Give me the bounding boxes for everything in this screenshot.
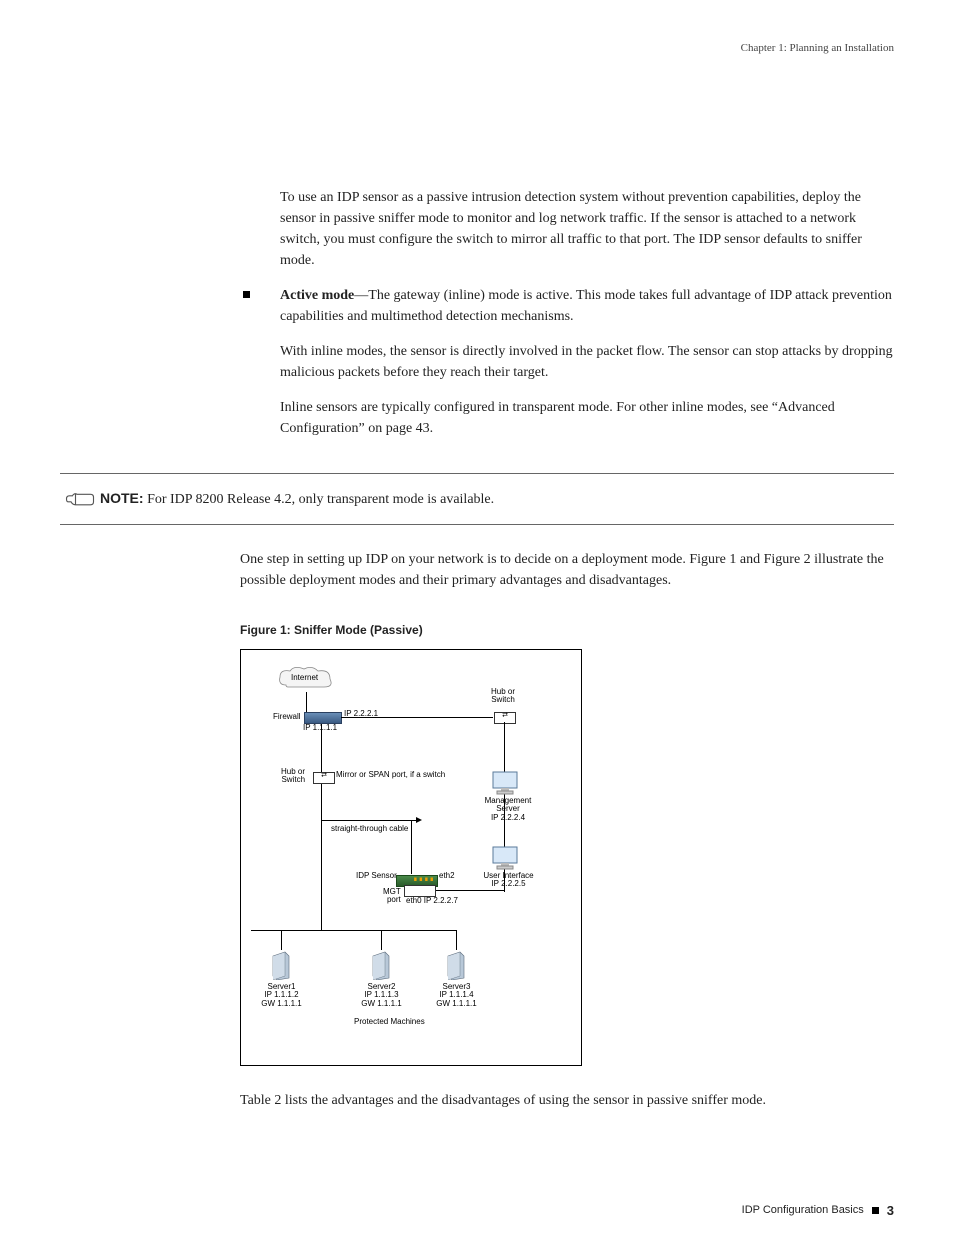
mirror-label: Mirror or SPAN port, if a switch <box>336 771 445 780</box>
bullet-body: Active mode—The gateway (inline) mode is… <box>280 285 894 453</box>
note-text: NOTE: For IDP 8200 Release 4.2, only tra… <box>100 488 894 510</box>
inline-para-2: With inline modes, the sensor is directl… <box>280 341 894 383</box>
hub-left-icon: ⇄ <box>313 772 335 784</box>
server2-icon <box>371 950 391 980</box>
bullet-icon <box>243 291 250 298</box>
chapter-label: Chapter 1: Planning an Installation <box>741 42 894 54</box>
end-paragraph: Table 2 lists the advantages and the dis… <box>240 1090 894 1111</box>
idp-label: IDP Sensor <box>356 872 397 881</box>
note-hand-icon <box>60 488 100 508</box>
mid-paragraph: One step in setting up IDP on your netwo… <box>240 549 894 591</box>
figure-1-diagram: Internet Firewall IP 2.2.2.1 IP 1.1.1.1 … <box>240 649 582 1066</box>
note-label: NOTE: <box>100 490 144 506</box>
figure-1-caption: Figure 1: Sniffer Mode (Passive) <box>240 621 894 639</box>
hub-right-icon: ⇄ <box>494 712 516 724</box>
inline-para-3: Inline sensors are typically configured … <box>280 397 894 439</box>
server3-label: Server3IP 1.1.1.4GW 1.1.1.1 <box>434 983 479 1009</box>
intro-paragraph: To use an IDP sensor as a passive intrus… <box>280 187 894 271</box>
straight-label: straight-through cable <box>331 825 408 834</box>
mgmt-port-box <box>404 885 436 897</box>
active-mode-rest: —The gateway (inline) mode is active. Th… <box>280 288 892 324</box>
ui-label: User InterfaceIP 2.2.2.5 <box>481 872 536 890</box>
ui-icon <box>491 845 519 875</box>
firewall-label: Firewall <box>273 713 301 722</box>
eth2-label: eth2 <box>439 872 455 881</box>
firewall-icon <box>304 712 342 724</box>
eth0-label: eth0 IP 2.2.2.7 <box>406 897 458 906</box>
footer-section: IDP Configuration Basics <box>742 1202 864 1219</box>
internet-label: Internet <box>291 674 318 683</box>
note-body: For IDP 8200 Release 4.2, only transpare… <box>144 492 495 507</box>
footer-page-number: 3 <box>887 1201 894 1221</box>
active-mode-lead: Active mode <box>280 288 354 303</box>
page-header: Chapter 1: Planning an Installation <box>60 40 894 57</box>
mgt-label: MGTport <box>383 888 401 906</box>
server2-label: Server2IP 1.1.1.3GW 1.1.1.1 <box>359 983 404 1009</box>
active-mode-para: Active mode—The gateway (inline) mode is… <box>280 285 894 327</box>
hub-left-label: Hub orSwitch <box>281 768 305 786</box>
hub-right-label: Hub orSwitch <box>491 688 515 706</box>
server1-label: Server1IP 1.1.1.2GW 1.1.1.1 <box>259 983 304 1009</box>
protected-label: Protected Machines <box>354 1018 425 1027</box>
mgmt-server-icon <box>491 770 519 800</box>
footer-square-icon <box>872 1207 879 1214</box>
server1-icon <box>271 950 291 980</box>
note-block: NOTE: For IDP 8200 Release 4.2, only tra… <box>60 473 894 525</box>
page-footer: IDP Configuration Basics 3 <box>60 1201 894 1221</box>
server3-icon <box>446 950 466 980</box>
mgmt-server-label: ManagementServerIP 2.2.2.4 <box>483 797 533 823</box>
